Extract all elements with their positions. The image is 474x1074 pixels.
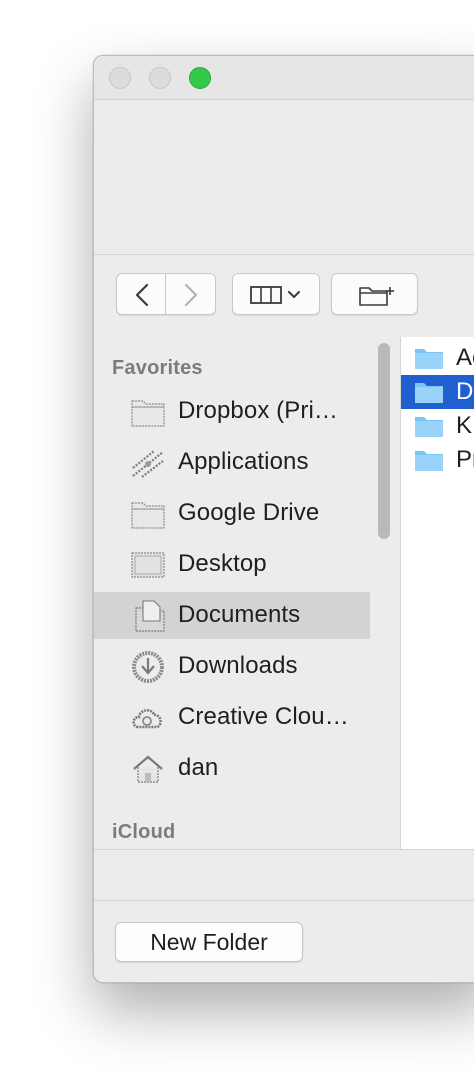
sidebar-item-label: Desktop xyxy=(178,550,267,577)
sidebar: Favorites Dropbox (Pri… Applications Goo… xyxy=(94,337,400,849)
desktop-icon xyxy=(131,552,165,578)
file-row[interactable]: Ac xyxy=(401,341,474,375)
sidebar-section-favorites: Favorites xyxy=(112,357,203,379)
bottom-bar: New Folder xyxy=(94,849,474,982)
scrollbar-thumb[interactable] xyxy=(378,343,390,539)
view-mode-button[interactable] xyxy=(232,273,320,315)
close-window-button[interactable] xyxy=(109,67,131,89)
toolbar xyxy=(94,254,474,338)
file-name: Pr xyxy=(456,446,474,473)
sidebar-scrollbar[interactable] xyxy=(376,343,392,543)
file-dialog-window: Favorites Dropbox (Pri… Applications Goo… xyxy=(93,55,474,983)
sidebar-item-home[interactable]: dan xyxy=(94,745,370,792)
folder-icon xyxy=(131,400,165,427)
sidebar-item-label: Applications xyxy=(178,448,309,475)
folder-icon xyxy=(415,349,443,369)
file-list: Ac D K Pr xyxy=(400,337,474,849)
back-button[interactable] xyxy=(116,273,166,315)
file-row[interactable]: Pr xyxy=(401,443,474,477)
columns-view-icon xyxy=(250,286,300,304)
new-folder-icon xyxy=(359,287,394,306)
forward-button[interactable] xyxy=(166,273,216,315)
creative-cloud-icon xyxy=(132,709,162,729)
toolbar-new-folder-button[interactable] xyxy=(331,273,418,315)
applications-icon xyxy=(132,450,164,478)
divider xyxy=(94,900,474,901)
file-name: Ac xyxy=(456,344,474,371)
title-bar xyxy=(94,56,474,100)
sidebar-item-applications[interactable]: Applications xyxy=(94,439,370,486)
file-name: K xyxy=(456,412,473,439)
chevron-left-icon xyxy=(135,283,149,307)
sidebar-item-label: dan xyxy=(178,754,219,781)
chevron-right-icon xyxy=(184,283,198,307)
minimize-window-button[interactable] xyxy=(149,67,171,89)
sidebar-item-desktop[interactable]: Desktop xyxy=(94,541,370,588)
downloads-icon xyxy=(132,651,164,683)
sidebar-item-google-drive[interactable]: Google Drive xyxy=(94,490,370,537)
sidebar-item-label: Documents xyxy=(178,601,301,628)
sidebar-item-documents[interactable]: Documents xyxy=(94,592,370,639)
sidebar-item-creative-cloud[interactable]: Creative Clou… xyxy=(94,694,370,741)
zoom-window-button[interactable] xyxy=(189,67,211,89)
file-name: D xyxy=(456,378,474,405)
sidebar-item-downloads[interactable]: Downloads xyxy=(94,643,370,690)
sidebar-item-dropbox[interactable]: Dropbox (Pri… xyxy=(94,388,370,435)
sidebar-item-label: Google Drive xyxy=(178,499,320,526)
home-icon xyxy=(133,755,163,783)
folder-icon xyxy=(415,383,443,403)
new-folder-button[interactable]: New Folder xyxy=(115,922,303,962)
folder-icon xyxy=(415,451,443,471)
sidebar-item-label: Dropbox (Pri… xyxy=(178,397,339,424)
sidebar-item-label: Downloads xyxy=(178,652,298,679)
sidebar-section-icloud: iCloud xyxy=(112,821,176,843)
folder-icon xyxy=(131,502,165,529)
documents-icon xyxy=(135,600,165,632)
folder-icon xyxy=(415,417,443,437)
file-row-selected[interactable]: D xyxy=(401,375,474,409)
sidebar-item-label: Creative Clou… xyxy=(178,703,349,730)
file-row[interactable]: K xyxy=(401,409,474,443)
